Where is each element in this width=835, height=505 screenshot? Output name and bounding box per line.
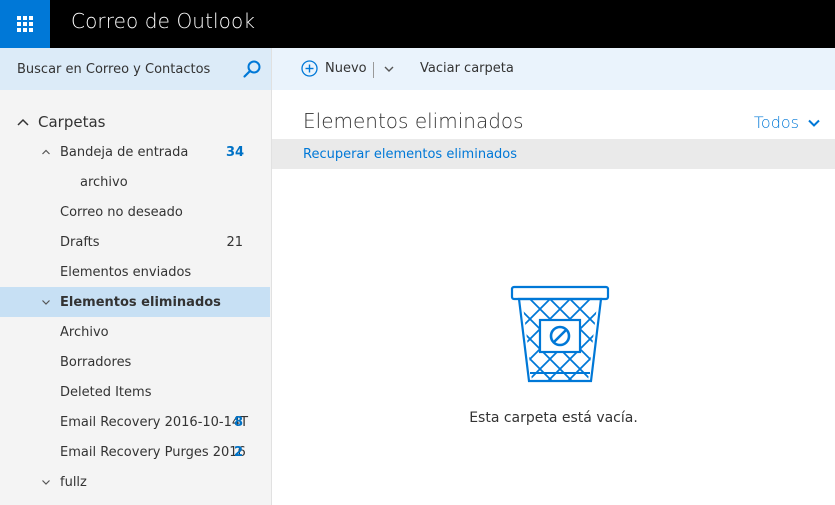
folder-name: Elementos eliminados: [60, 294, 221, 310]
folder-name: archivo: [80, 174, 128, 190]
message-list-pane: Elementos eliminados Todos Recuperar ele…: [272, 90, 835, 505]
folder-name: Elementos enviados: [60, 264, 192, 280]
recover-deleted-items-link[interactable]: Recuperar elementos eliminados: [303, 147, 517, 162]
empty-folder-button[interactable]: Vaciar carpeta: [420, 61, 514, 76]
folder-item-drafts[interactable]: Drafts 21: [0, 227, 271, 257]
new-button[interactable]: Nuevo: [301, 60, 367, 77]
waffle-icon: [17, 16, 33, 32]
empty-folder-message: Esta carpeta está vacía.: [469, 410, 638, 426]
folder-item-inbox[interactable]: Bandeja de entrada 34: [0, 137, 271, 167]
folder-item-email-recovery-purges[interactable]: Email Recovery Purges 2016 2: [0, 437, 271, 467]
filter-dropdown[interactable]: Todos: [754, 113, 821, 132]
top-bar: Correo de Outlook: [0, 0, 835, 48]
folders-header[interactable]: Carpetas: [0, 107, 271, 137]
folder-name: Deleted Items: [60, 384, 152, 400]
folder-item-junk[interactable]: Correo no deseado: [0, 197, 271, 227]
chevron-up-icon[interactable]: [41, 147, 51, 157]
chevron-down-icon: [808, 119, 820, 127]
folder-name: Drafts: [60, 234, 100, 250]
sidebar: Buscar en Correo y Contactos Carpetas Ba…: [0, 48, 272, 505]
folder-item-sent[interactable]: Elementos enviados: [0, 257, 271, 287]
search-placeholder: Buscar en Correo y Contactos: [17, 61, 211, 77]
folder-item-fullz[interactable]: fullz: [0, 467, 271, 497]
plus-circle-icon: [301, 60, 318, 77]
folder-name: Borradores: [60, 354, 132, 370]
app-title: Correo de Outlook: [71, 9, 256, 33]
new-button-label: Nuevo: [325, 61, 367, 76]
folder-item-archivo[interactable]: Archivo: [0, 317, 271, 347]
folder-name: Archivo: [60, 324, 109, 340]
folder-name: Bandeja de entrada: [60, 144, 189, 160]
search-input[interactable]: Buscar en Correo y Contactos: [0, 48, 271, 90]
folder-name: Email Recovery 2016-10-14T: [60, 414, 249, 430]
empty-trash-icon: [510, 285, 610, 383]
folder-title: Elementos eliminados: [303, 109, 524, 133]
command-bar: Nuevo Vaciar carpeta: [272, 48, 835, 90]
recover-bar: Recuperar elementos eliminados: [272, 139, 835, 169]
folder-name: Correo no deseado: [60, 204, 183, 220]
folder-item-deleted[interactable]: Elementos eliminados: [0, 287, 270, 317]
folders-header-label: Carpetas: [38, 113, 106, 131]
folder-item-email-recovery[interactable]: Email Recovery 2016-10-14T 8: [0, 407, 271, 437]
item-count: 21: [226, 234, 243, 250]
folder-item-archivo-sub[interactable]: archivo: [0, 167, 271, 197]
chevron-down-icon[interactable]: [382, 62, 396, 76]
folder-tree: Carpetas Bandeja de entrada 34 archivo C…: [0, 107, 271, 497]
unread-count: 34: [226, 144, 245, 160]
folder-item-deleted-items[interactable]: Deleted Items: [0, 377, 271, 407]
search-icon[interactable]: [242, 59, 262, 79]
chevron-down-icon[interactable]: [41, 477, 51, 487]
separator: [373, 62, 374, 78]
app-launcher-button[interactable]: [0, 0, 50, 48]
folder-name: fullz: [60, 474, 87, 490]
unread-count: 2: [234, 444, 244, 460]
folder-item-borradores[interactable]: Borradores: [0, 347, 271, 377]
chevron-up-icon: [17, 118, 29, 126]
unread-count: 8: [234, 414, 244, 430]
filter-label: Todos: [753, 113, 799, 132]
folder-name: Email Recovery Purges 2016: [60, 444, 246, 460]
chevron-down-icon[interactable]: [41, 297, 51, 307]
